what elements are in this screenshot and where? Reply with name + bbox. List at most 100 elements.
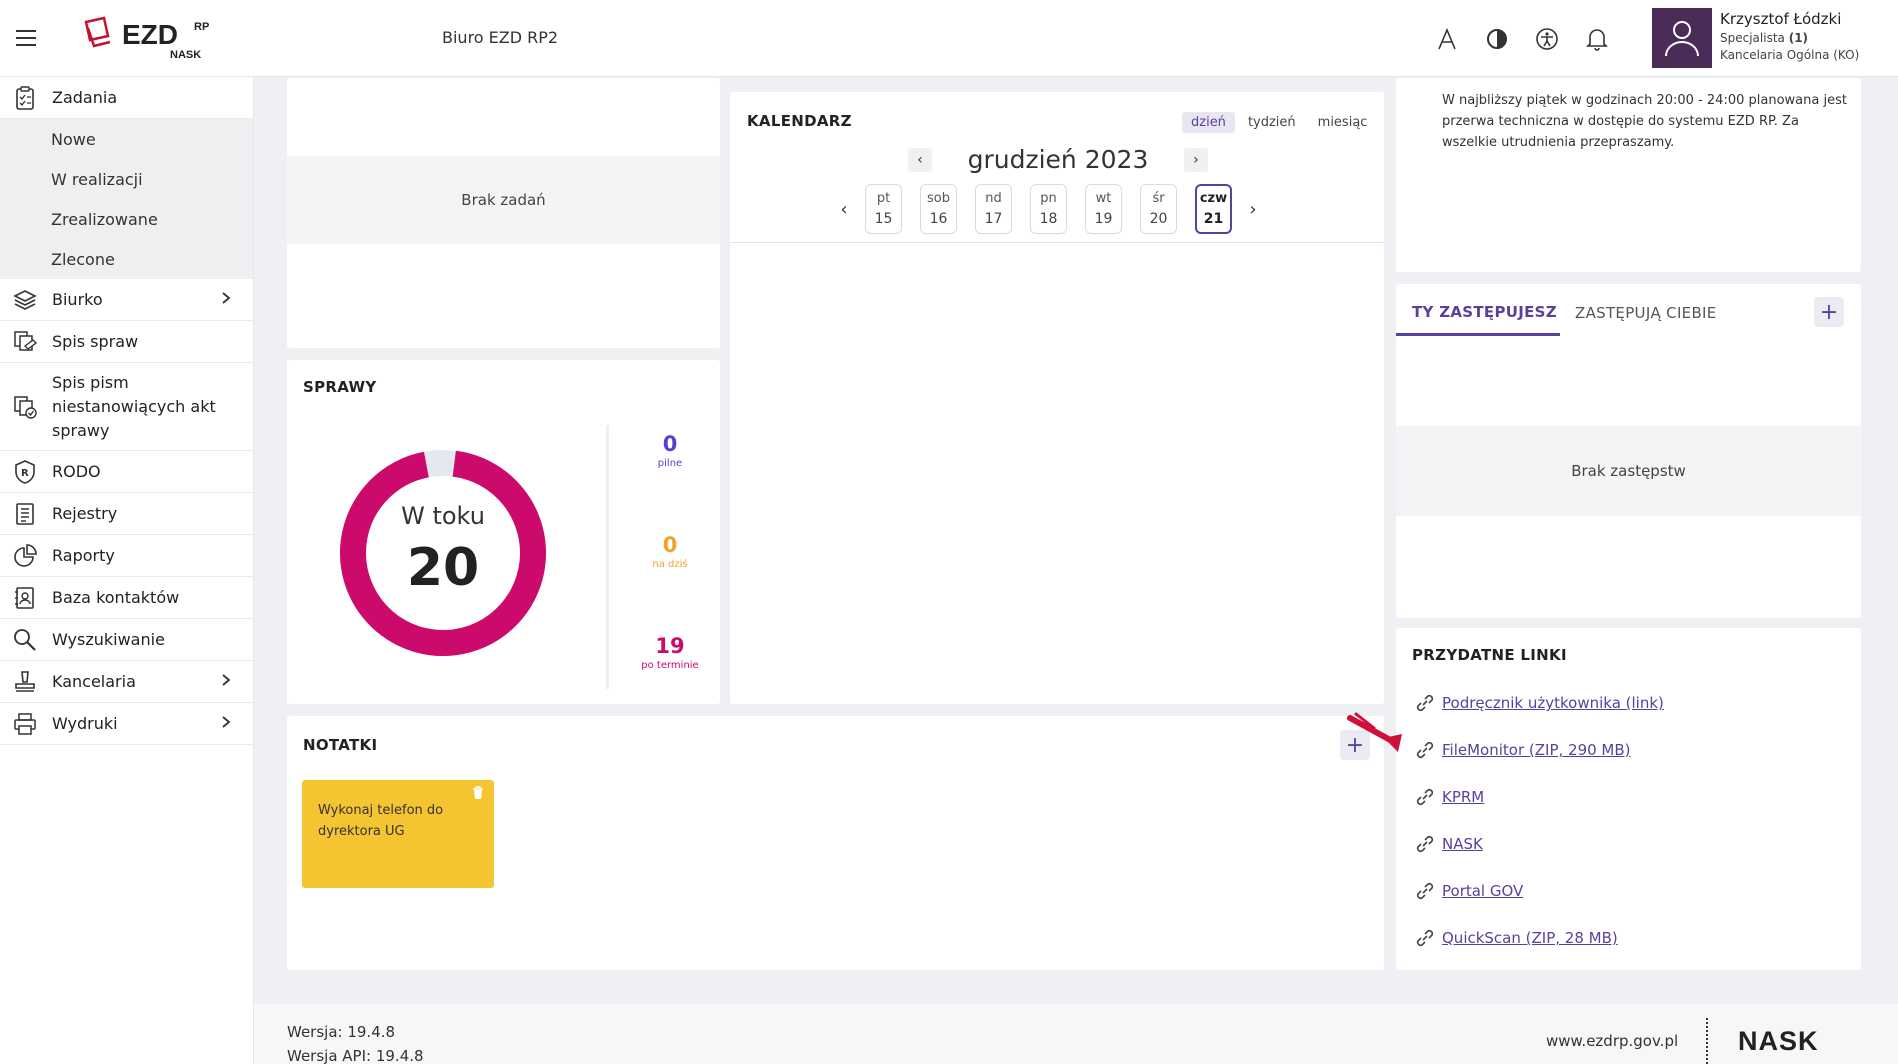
sidebar-item-spis-spraw[interactable]: Spis spraw [0,321,253,363]
sidebar-item-label: Rejestry [52,504,118,523]
days-strip: ‹ pt 15 sob 16 nd 17 pn 18 wt 19 śr 20 czw 21 › [832,184,1265,234]
sidebar-item-label: Wyszukiwanie [52,630,165,649]
sidebar-subitem-w-realizacji[interactable]: W realizacji [0,159,253,199]
sidebar-item-raporty[interactable]: Raporty [0,535,253,577]
stat-today[interactable]: 0 na dziś [620,533,720,570]
tab-substitute-you[interactable]: ZASTĘPUJĄ CIEBIE [1575,290,1717,336]
sidebar-item-label: Raporty [52,546,115,565]
note-text: Wykonaj telefon do dyrektora UG [318,803,444,839]
calendar-view-switch: dzień tydzień miesiąc [1182,112,1376,133]
announcement-text: W najbliższy piątek w godzinach 20:00 - … [1442,93,1847,150]
stat-urgent[interactable]: 0 pilne [620,432,720,469]
user-name: Krzysztof Łódzki [1720,10,1842,28]
logo-sub: NASK [170,49,201,61]
donut-label: W toku [401,502,485,530]
bell-icon[interactable] [1582,24,1612,54]
trash-icon[interactable] [472,786,484,804]
add-substitution-button[interactable]: + [1814,297,1844,327]
view-day-button[interactable]: dzień [1182,112,1235,133]
next-days-button[interactable]: › [1241,184,1265,234]
cases-title: SPRAWY [303,378,377,396]
day-cell[interactable]: wt 19 [1085,184,1122,234]
version-label: Wersja: 19.4.8 [287,1023,396,1041]
top-bar: EZD RP NASK Biuro EZD RP2 Krzysztof Łódz… [0,0,1898,77]
link-filemonitor[interactable]: FileMonitor (ZIP, 290 MB) [1414,739,1631,761]
prev-month-button[interactable]: ‹ [908,147,932,172]
link-icon [1414,786,1436,808]
sidebar-item-zadania[interactable]: Zadania [0,77,253,119]
view-month-button[interactable]: miesiąc [1309,112,1377,133]
link-icon [1414,739,1436,761]
sidebar-item-label: Wydruki [52,714,118,733]
contrast-icon[interactable] [1482,24,1512,54]
link-user-manual[interactable]: Podręcznik użytkownika (link) [1414,692,1664,714]
accessibility-icon[interactable] [1532,24,1562,54]
sidebar-item-label: Spis pism niestanowiących akt sprawy [52,372,216,440]
user-icon [1665,21,1699,57]
month-label: grudzień 2023 [967,145,1149,174]
stamp-icon [12,669,38,695]
link-quickscan[interactable]: QuickScan (ZIP, 28 MB) [1414,927,1618,949]
link-kprm[interactable]: KPRM [1414,786,1484,808]
cases-donut[interactable]: W toku 20 [340,450,546,656]
notes-title: NOTATKI [303,736,378,754]
annotation-arrow-icon [1347,712,1402,752]
sidebar-item-biurko[interactable]: Biurko [0,279,253,321]
note-item[interactable]: Wykonaj telefon do dyrektora UG [302,780,494,888]
donut-value: 20 [406,538,480,598]
link-portal-gov[interactable]: Portal GOV [1414,880,1523,902]
avatar [1652,8,1712,68]
stat-overdue[interactable]: 19 po terminie [620,634,720,671]
sidebar-subitem-zrealizowane[interactable]: Zrealizowane [0,199,253,239]
pie-chart-icon [12,543,38,569]
sidebar-item-label: Biurko [52,290,103,309]
link-icon [1414,692,1436,714]
sidebar-item-label: Baza kontaktów [52,588,180,607]
sidebar-item-rejestry[interactable]: Rejestry [0,493,253,535]
link-icon [1414,880,1436,902]
sidebar-subitem-zlecone[interactable]: Zlecone [0,239,253,279]
month-navigation: ‹ grudzień 2023 › [908,145,1208,174]
user-menu[interactable]: Krzysztof Łódzki Specjalista (1) Kancela… [1652,8,1898,68]
chevron-right-icon [221,715,231,733]
api-version-label: Wersja API: 19.4.8 [287,1047,424,1064]
sidebar-item-baza-kontaktow[interactable]: Baza kontaktów [0,577,253,619]
sidebar-item-label: RODO [52,462,101,481]
sidebar-item-wydruki[interactable]: Wydruki [0,703,253,745]
day-cell[interactable]: nd 17 [975,184,1012,234]
footer-url[interactable]: www.ezdrp.gov.pl [1546,1032,1678,1050]
font-size-icon[interactable] [1432,24,1462,54]
sidebar-item-label: Spis spraw [52,332,139,351]
link-icon [1414,927,1436,949]
files-icon [12,329,38,355]
day-cell-selected[interactable]: czw 21 [1195,184,1232,234]
sidebar-item-spis-pism[interactable]: Spis pism niestanowiących akt sprawy [0,363,253,451]
tab-you-substitute[interactable]: TY ZASTĘPUJESZ [1396,290,1560,336]
footer-versions: Wersja: 19.4.8 Wersja API: 19.4.8 [287,1020,424,1064]
day-cell[interactable]: pn 18 [1030,184,1067,234]
day-cell[interactable]: pt 15 [865,184,902,234]
tasks-card: Brak zadań [287,78,720,348]
docs-check-icon [12,394,38,420]
day-cell[interactable]: śr 20 [1140,184,1177,234]
shield-r-icon: R [12,459,38,485]
next-month-button[interactable]: › [1183,147,1208,172]
tasks-empty: Brak zadań [287,156,720,244]
sidebar-item-wyszukiwanie[interactable]: Wyszukiwanie [0,619,253,661]
view-week-button[interactable]: tydzień [1239,112,1305,133]
ezd-logo[interactable]: EZD RP NASK [80,14,220,64]
menu-icon[interactable] [16,30,36,46]
printer-icon [12,711,38,737]
chevron-right-icon [221,291,231,309]
sidebar-item-kancelaria[interactable]: Kancelaria [0,661,253,703]
day-cell[interactable]: sob 16 [920,184,957,234]
prev-days-button[interactable]: ‹ [832,184,856,234]
footer-nask-logo: NASK [1738,1026,1819,1056]
link-nask[interactable]: NASK [1414,833,1483,855]
link-icon [1414,833,1436,855]
substitutions-empty: Brak zastępstw [1396,426,1861,516]
sidebar-subitem-nowe[interactable]: Nowe [0,119,253,159]
sidebar-item-rodo[interactable]: R RODO [0,451,253,493]
logo-text: EZD [122,19,178,50]
layers-icon [12,287,38,313]
